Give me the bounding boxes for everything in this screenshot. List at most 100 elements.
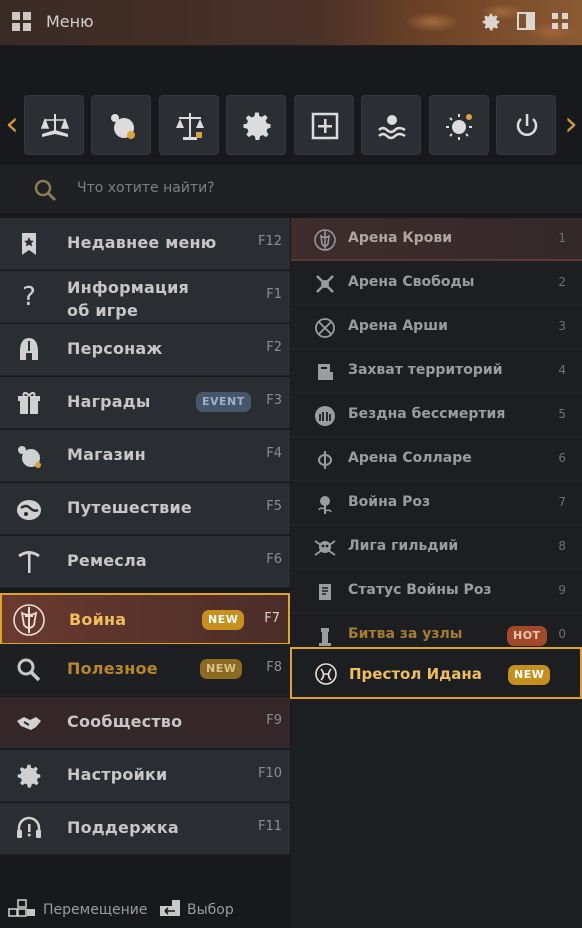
menu-item-war[interactable]: Война NEW F7 [0,593,290,645]
submenu-item-blood-arena[interactable]: Арена Крови 1 [291,218,582,261]
submenu-item-war-of-roses-status[interactable]: Статус Войны Роз 9 [291,570,582,613]
new-badge: NEW [202,610,245,630]
hotkey-label: F8 [266,660,282,675]
document-icon [319,584,331,600]
arrow-left-icon[interactable]: ‹ [4,107,20,143]
grid-icon[interactable] [12,12,32,32]
menu-item-label: Награды [67,392,151,411]
shop-icon [18,446,41,468]
move-hint-label: Перемещение [43,902,148,918]
hotkey-label: 7 [558,495,566,509]
menu-item-label: Магазин [67,445,146,464]
menu-item-support[interactable]: Поддержка F11 [0,803,290,855]
submenu-item-territory-capture[interactable]: Захват территорий 4 [291,350,582,393]
submenu-item-label: Арена Крови [348,230,453,246]
dpad-icon [8,899,35,917]
hotkey-label: 9 [558,583,566,597]
menu-item-recent[interactable]: Недавнее меню F12 [0,218,290,270]
menu-item-label: Информация об игре [67,278,189,320]
menu-item-community[interactable]: Сообщество F9 [0,697,290,749]
hotkey-label: F10 [257,766,282,781]
menu-item-character[interactable]: Персонаж F2 [0,324,290,376]
search-input[interactable]: Что хотите найти? [77,180,215,196]
travel-icon [17,500,41,520]
submenu-item-immortal-abyss[interactable]: Бездна бессмертия 5 [291,394,582,437]
menu-item-label: Полезное [67,659,158,678]
menu-item-shop[interactable]: Магазин F4 [0,430,290,482]
menu-item-label: Недавнее меню [67,233,217,252]
gear-icon[interactable] [226,95,286,155]
menu-item-settings[interactable]: Настройки F10 [0,750,290,802]
submenu-item-label: Арена Свободы [348,274,475,290]
throne-emblem-icon [315,663,337,685]
menu-item-travel[interactable]: Путешествие F5 [0,483,290,535]
hotkey-label: F4 [266,446,282,461]
apps-icon[interactable] [549,11,571,33]
handshake-icon [17,717,41,730]
menu-item-crafts[interactable]: Ремесла F6 [0,536,290,588]
bookmark-icon [22,233,36,255]
hotkey-label: 5 [558,407,566,421]
menu-item-label: Персонаж [67,339,163,358]
submenu-item-guild-league[interactable]: Лига гильдий 8 [291,526,582,569]
abyss-icon [315,406,335,426]
hotkey-label: F6 [266,552,282,567]
gift-icon [18,392,40,414]
crossed-swords-icon [316,275,334,293]
new-badge: NEW [200,659,243,679]
menu-item-useful[interactable]: Полезное NEW F8 [0,644,290,696]
power-icon[interactable] [496,95,556,155]
submenu-item-arsha-arena[interactable]: Арена Арши 3 [291,306,582,349]
hotkey-label: 2 [558,275,566,289]
plus-box-icon[interactable] [294,95,354,155]
submenu-item-idan-throne[interactable]: Престол Идана NEW [290,647,582,699]
menu-item-rewards[interactable]: Награды EVENT F3 [0,377,290,429]
menu-item-label: Настройки [67,765,168,784]
search-icon [34,179,57,202]
scales-icon[interactable] [159,95,219,155]
submenu-item-solare-arena[interactable]: Арена Соллаpе 6 [291,438,582,481]
panel-icon[interactable] [515,11,537,33]
controls-hint: Перемещение Выбор [0,890,290,928]
hotkey-label: 6 [558,451,566,465]
blood-arena-icon [314,229,336,251]
headset-icon [17,816,41,838]
submenu-item-label: Битва за узлы [348,626,463,642]
hot-badge: HOT [507,626,547,646]
water-hand-icon[interactable] [361,95,421,155]
hotkey-label: F7 [264,611,280,626]
hotkey-label: 3 [558,319,566,333]
pickaxe-icon [18,551,40,573]
menu-item-game-info[interactable]: ? Информация об игре F1 [0,271,290,323]
submenu-item-label: Престол Идана [349,665,482,683]
menu-item-label: Путешествие [67,498,192,517]
event-badge: EVENT [196,392,251,412]
hotkey-label: 1 [558,231,566,245]
skull-icon [314,540,336,556]
submenu-item-label: Арена Арши [348,318,448,334]
solare-icon [318,451,332,469]
menu-item-label: Сообщество [67,712,183,731]
war-shield-icon [13,604,45,636]
rose-icon [318,496,332,514]
menu-item-label: Поддержка [67,818,179,837]
main-menu: Недавнее меню F12 ? Информация об игре F… [0,218,290,858]
menu-header: Меню [0,0,582,46]
hotkey-label: F5 [266,499,282,514]
gear-icon[interactable] [480,11,502,33]
search-bar[interactable]: Что хотите найти? [0,165,582,213]
menu-item-label: Ремесла [67,551,147,570]
select-hint-label: Выбор [187,902,234,918]
hotkey-label: 0 [558,627,566,641]
book-scales-icon[interactable] [24,95,84,155]
header-title: Меню [46,12,94,31]
sun-icon[interactable] [429,95,489,155]
submenu-item-war-of-roses[interactable]: Война Роз 7 [291,482,582,525]
arrow-right-icon[interactable]: › [563,107,579,143]
hotkey-label: F9 [266,713,282,728]
hotkey-label: 4 [558,363,566,377]
orb-icon[interactable] [91,95,151,155]
hotkey-label: F1 [266,287,282,302]
question-icon: ? [22,282,36,312]
submenu-item-freedom-arena[interactable]: Арена Свободы 2 [291,262,582,305]
